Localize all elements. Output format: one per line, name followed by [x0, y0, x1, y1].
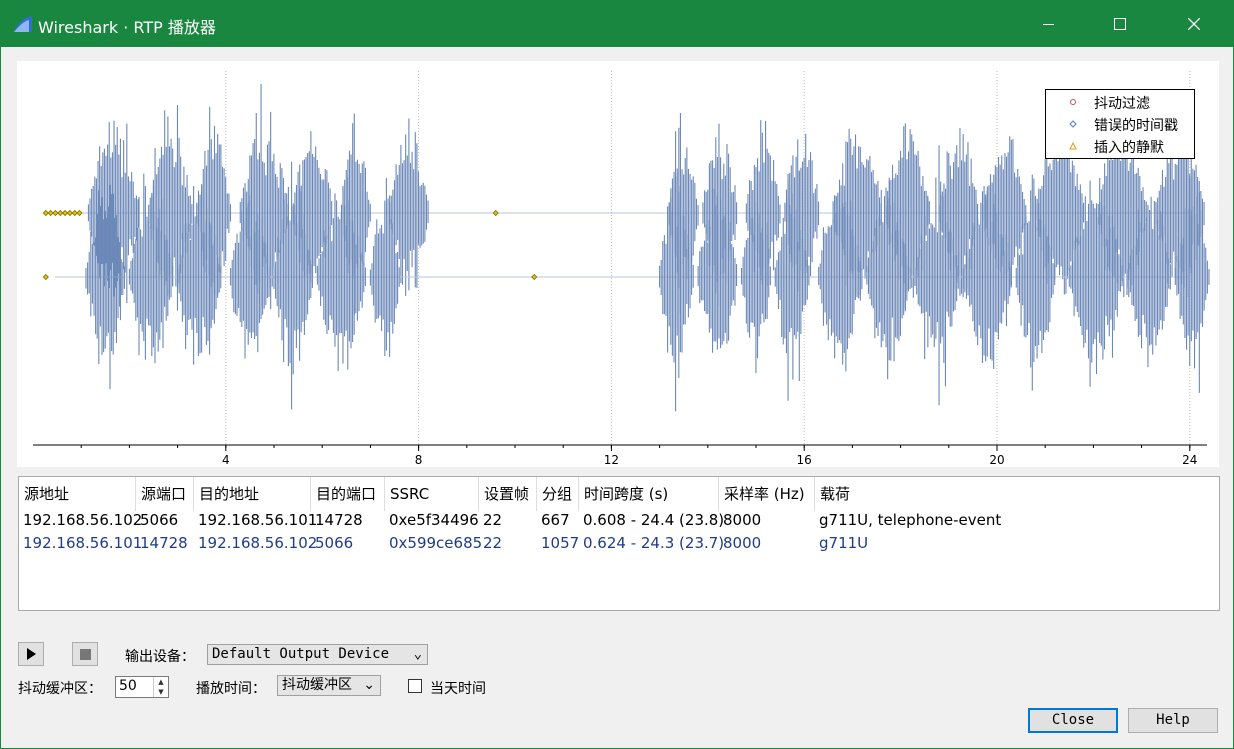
plot-legend: 抖动过滤 错误的时间戳 插入的静默 — [1045, 89, 1195, 159]
cell: g711U — [819, 534, 869, 552]
minimize-button[interactable] — [1025, 1, 1071, 47]
output-device-value: Default Output Device — [212, 646, 390, 662]
spin-down-icon[interactable]: ▼ — [153, 687, 168, 697]
cell: 192.168.56.101 — [198, 511, 318, 529]
cell: 22 — [483, 511, 503, 529]
silence-marker — [71, 209, 78, 217]
wireshark-fin-icon — [14, 16, 32, 32]
help-button[interactable]: Help — [1128, 708, 1218, 733]
x-tick-label: 4 — [222, 453, 230, 467]
stop-button[interactable] — [72, 642, 98, 666]
col-header[interactable]: 设置帧 — [479, 477, 537, 511]
spin-up-icon[interactable]: ▲ — [153, 677, 168, 687]
diamond-marker-icon — [1069, 120, 1077, 128]
cell: 667 — [541, 511, 570, 529]
legend-item: 错误的时间戳 — [1046, 113, 1194, 135]
legend-item: 抖动过滤 — [1046, 91, 1194, 113]
chevron-down-icon: ⌄ — [413, 646, 422, 662]
stream-table[interactable]: 源地址 源端口 目的地址 目的端口 SSRC 设置帧 分组 时间跨度 (s) 采… — [18, 476, 1220, 611]
stop-icon — [79, 648, 91, 660]
col-header[interactable]: SSRC — [385, 477, 479, 511]
playback-timing-select[interactable]: 抖动缓冲区 ⌄ — [277, 675, 381, 696]
playback-timing-value: 抖动缓冲区 — [282, 677, 352, 693]
circle-marker-icon — [1070, 99, 1076, 105]
cell: 5066 — [315, 534, 354, 552]
legend-label: 插入的静默 — [1094, 140, 1164, 156]
silence-marker — [57, 209, 64, 217]
close-button[interactable]: Close — [1028, 708, 1118, 733]
col-header[interactable]: 源端口 — [136, 477, 194, 511]
minimize-icon — [1042, 23, 1054, 25]
col-header[interactable]: 载荷 — [815, 477, 1219, 511]
window-title: Wireshark · RTP 播放器 — [38, 18, 216, 37]
cell: g711U, telephone-event — [819, 511, 1002, 529]
cell: 8000 — [723, 534, 762, 552]
play-button[interactable] — [18, 642, 44, 666]
cell: 0.608 - 24.4 (23.8) — [583, 511, 725, 529]
cell: 192.168.56.102 — [23, 511, 143, 529]
x-tick-label: 24 — [1182, 453, 1197, 467]
x-tick-label: 8 — [415, 453, 423, 467]
legend-label: 抖动过滤 — [1094, 96, 1150, 112]
silence-marker — [52, 209, 59, 217]
x-tick-label: 12 — [604, 453, 619, 467]
triangle-marker-icon — [1069, 141, 1077, 150]
jitter-buffer-spinbox[interactable]: 50 ▲ ▼ — [115, 676, 169, 698]
cell: 14728 — [315, 511, 363, 529]
silence-marker — [42, 273, 49, 281]
play-icon — [27, 648, 36, 660]
jitter-buffer-value: 50 — [119, 678, 137, 694]
silence-marker — [42, 209, 49, 217]
cell: 1057 — [541, 534, 580, 552]
cell: 0.624 - 24.3 (23.7) — [583, 534, 725, 552]
waveform-chart[interactable]: 4 8 12 16 20 24 — [17, 61, 1219, 467]
cell: 22 — [483, 534, 503, 552]
maximize-button[interactable] — [1097, 1, 1143, 47]
col-header[interactable]: 时间跨度 (s) — [579, 477, 719, 511]
cell: 8000 — [723, 511, 762, 529]
silence-marker — [47, 209, 54, 217]
x-tick-label: 16 — [797, 453, 812, 467]
col-header[interactable]: 采样率 (Hz) — [719, 477, 815, 511]
jitter-buffer-label: 抖动缓冲区： — [18, 681, 102, 697]
close-window-button[interactable] — [1171, 1, 1217, 47]
col-header[interactable]: 源地址 — [19, 477, 136, 511]
x-tick-label: 20 — [989, 453, 1004, 467]
cell: 14728 — [140, 534, 188, 552]
cell: 5066 — [140, 511, 179, 529]
col-header[interactable]: 目的端口 — [311, 477, 385, 511]
cell: 0x599ce685 — [389, 534, 483, 552]
table-row[interactable]: 192.168.56.102 5066 192.168.56.101 14728… — [19, 509, 1219, 532]
legend-item: 插入的静默 — [1046, 135, 1194, 157]
chevron-down-icon: ⌄ — [363, 677, 375, 693]
silence-marker — [531, 273, 538, 281]
time-of-day-checkbox[interactable] — [408, 679, 422, 693]
cell: 192.168.56.101 — [23, 534, 143, 552]
title-bar[interactable]: Wireshark · RTP 播放器 — [1, 1, 1233, 47]
cell: 192.168.56.102 — [198, 534, 318, 552]
close-icon — [1188, 18, 1200, 30]
waveform-plot[interactable]: 4 8 12 16 20 24 — [17, 61, 1219, 467]
silence-marker — [492, 209, 499, 217]
playback-timing-label: 播放时间： — [196, 681, 266, 697]
col-header[interactable]: 目的地址 — [194, 477, 311, 511]
cell: 0xe5f34496 — [389, 511, 479, 529]
silence-marker — [76, 209, 83, 217]
legend-label: 错误的时间戳 — [1094, 118, 1178, 134]
silence-marker — [66, 209, 73, 217]
table-row[interactable]: 192.168.56.101 14728 192.168.56.102 5066… — [19, 532, 1219, 555]
time-of-day-label: 当天时间 — [430, 681, 486, 697]
col-header[interactable]: 分组 — [537, 477, 579, 511]
rtp-player-window: Wireshark · RTP 播放器 4 8 12 16 20 24 抖动过滤 错误的时… — [0, 0, 1234, 749]
waveform-burst — [389, 118, 429, 296]
output-device-select[interactable]: Default Output Device ⌄ — [207, 644, 428, 665]
output-device-label: 输出设备： — [125, 649, 195, 665]
maximize-icon — [1114, 18, 1126, 30]
silence-marker — [62, 209, 69, 217]
waveform-burst — [962, 174, 1012, 369]
